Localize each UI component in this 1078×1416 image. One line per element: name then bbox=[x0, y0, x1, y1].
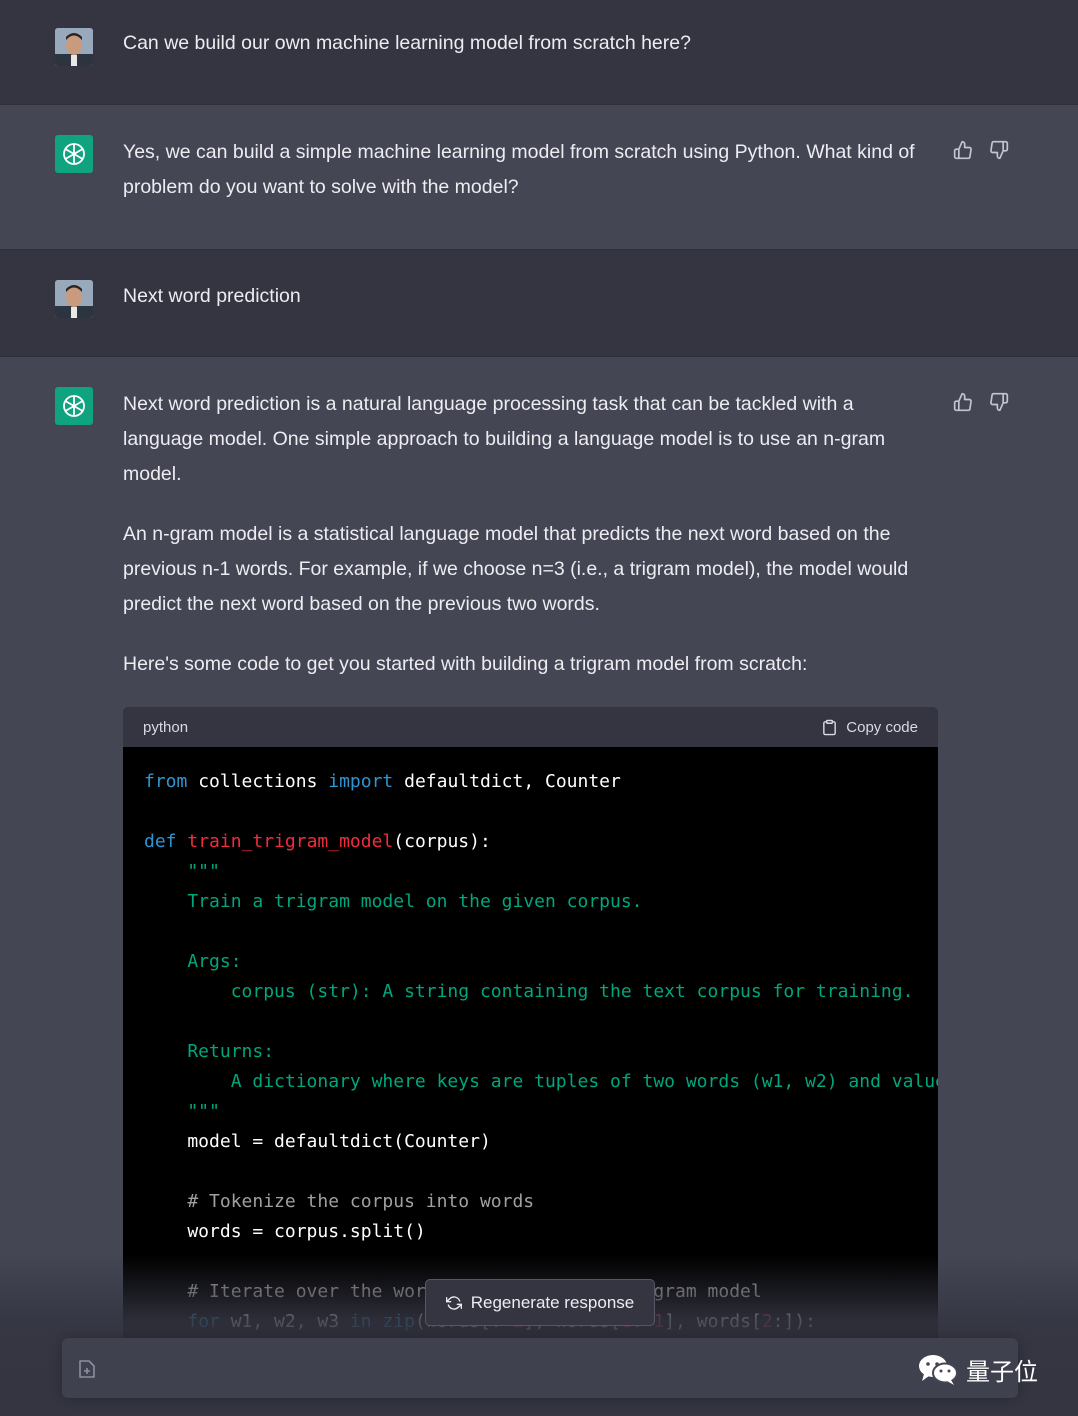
chatgpt-logo-icon bbox=[55, 387, 93, 425]
user-message-row: Next word prediction bbox=[0, 250, 1078, 356]
document-icon[interactable] bbox=[78, 1359, 96, 1379]
code-line: ​ bbox=[144, 1157, 938, 1187]
code-token: Train a trigram model on the given corpu… bbox=[144, 891, 643, 912]
assistant-paragraph: An n-gram model is a statistical languag… bbox=[123, 523, 909, 615]
user-message-text: Next word prediction bbox=[123, 285, 301, 307]
code-content: from collections import defaultdict, Cou… bbox=[123, 747, 938, 1337]
feedback-buttons bbox=[952, 139, 1010, 161]
feedback-buttons bbox=[952, 391, 1010, 413]
code-token: from bbox=[144, 771, 188, 792]
code-line: A dictionary where keys are tuples of tw… bbox=[144, 1067, 938, 1097]
user-avatar bbox=[55, 280, 93, 318]
thumbs-up-icon[interactable] bbox=[952, 391, 974, 413]
code-line: """ bbox=[144, 857, 938, 887]
code-token: Args: bbox=[144, 951, 242, 972]
code-token: (corpus): bbox=[393, 831, 491, 852]
thumbs-down-icon[interactable] bbox=[988, 391, 1010, 413]
code-token: train_trigram_model bbox=[187, 831, 394, 852]
code-line: Args: bbox=[144, 947, 938, 977]
copy-code-label: Copy code bbox=[846, 718, 918, 736]
assistant-message-text: Yes, we can build a simple machine learn… bbox=[123, 135, 933, 230]
code-line: def train_trigram_model(corpus): bbox=[144, 827, 938, 857]
code-token: defaultdict, Counter bbox=[393, 771, 621, 792]
thumbs-up-icon[interactable] bbox=[952, 139, 974, 161]
code-token: A dictionary where keys are tuples of tw… bbox=[144, 1071, 938, 1092]
code-token: # Tokenize the corpus into words bbox=[144, 1191, 535, 1212]
user-message-text: Can we build our own machine learning mo… bbox=[123, 32, 691, 54]
code-line: Returns: bbox=[144, 1037, 938, 1067]
regenerate-label: Regenerate response bbox=[470, 1292, 635, 1312]
code-line: model = defaultdict(Counter) bbox=[144, 1127, 938, 1157]
message-input-bar[interactable] bbox=[62, 1338, 1018, 1398]
code-line: from collections import defaultdict, Cou… bbox=[144, 767, 938, 797]
code-line: ​ bbox=[144, 917, 938, 947]
code-block: python Copy code from collections import… bbox=[123, 707, 938, 1347]
code-token: collections bbox=[187, 771, 329, 792]
regenerate-response-button[interactable]: Regenerate response bbox=[425, 1279, 655, 1326]
code-block-header: python Copy code bbox=[123, 707, 938, 747]
assistant-message-row: Yes, we can build a simple machine learn… bbox=[0, 105, 1078, 249]
code-token: words = corpus.split() bbox=[144, 1221, 426, 1242]
code-line: corpus (str): A string containing the te… bbox=[144, 977, 938, 1007]
refresh-icon bbox=[445, 1295, 462, 1310]
code-line: ​ bbox=[144, 1007, 938, 1037]
code-token: import bbox=[328, 771, 394, 792]
copy-code-button[interactable]: Copy code bbox=[821, 718, 918, 737]
code-line: # Tokenize the corpus into words bbox=[144, 1187, 938, 1217]
thumbs-down-icon[interactable] bbox=[988, 139, 1010, 161]
assistant-paragraph: Next word prediction is a natural langua… bbox=[123, 393, 886, 485]
assistant-message-text: Next word prediction is a natural langua… bbox=[123, 387, 933, 707]
code-line: ​ bbox=[144, 797, 938, 827]
chatgpt-logo-icon bbox=[55, 135, 93, 173]
code-language-label: python bbox=[143, 718, 189, 736]
assistant-paragraph: Here's some code to get you started with… bbox=[123, 653, 808, 675]
code-token: corpus (str): A string containing the te… bbox=[144, 981, 914, 1002]
code-token: """ bbox=[144, 861, 220, 882]
code-line: Train a trigram model on the given corpu… bbox=[144, 887, 938, 917]
user-avatar bbox=[55, 28, 93, 66]
code-token: Returns: bbox=[144, 1041, 275, 1062]
user-message-row: Can we build our own machine learning mo… bbox=[0, 0, 1078, 104]
clipboard-icon bbox=[823, 719, 837, 735]
code-token: """ bbox=[144, 1101, 220, 1122]
watermark: 量子位 bbox=[918, 1352, 1038, 1387]
code-line: words = corpus.split() bbox=[144, 1217, 938, 1247]
code-line: """ bbox=[144, 1097, 938, 1127]
code-token: model = defaultdict(Counter) bbox=[144, 1131, 491, 1152]
code-token: def bbox=[144, 831, 177, 852]
assistant-paragraph: Yes, we can build a simple machine learn… bbox=[123, 141, 915, 198]
watermark-text: 量子位 bbox=[966, 1359, 1038, 1386]
wechat-icon bbox=[919, 1354, 958, 1385]
